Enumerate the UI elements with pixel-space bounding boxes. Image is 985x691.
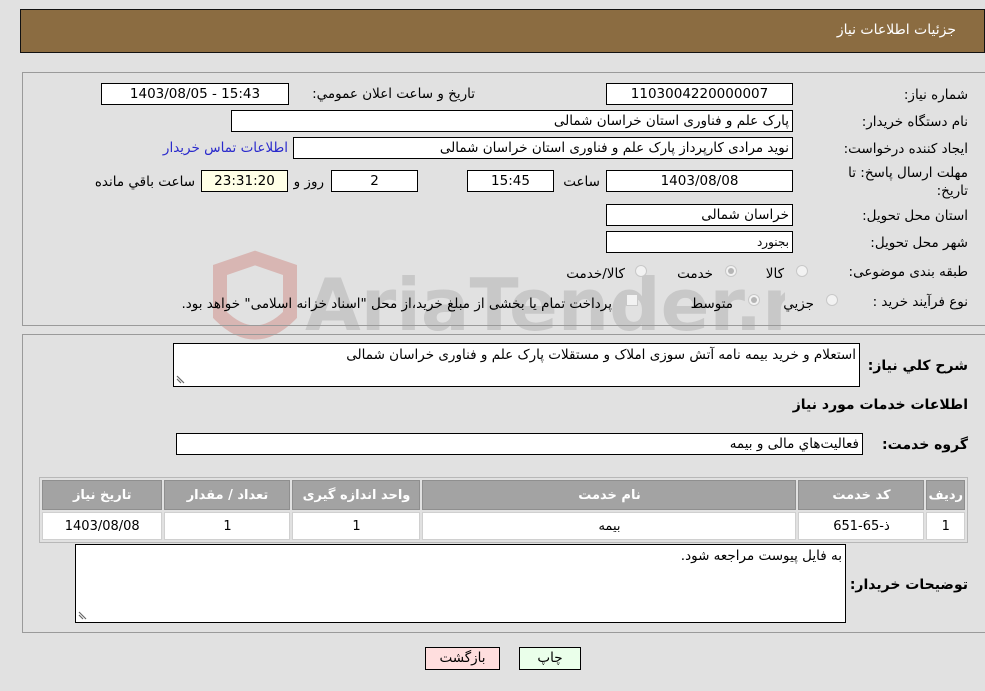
cell-service-name: بيمه — [422, 512, 797, 540]
col-header-service-name: نام خدمت — [422, 480, 797, 510]
summary-textarea[interactable]: استعلام و خرید بیمه نامه آتش سوزی املاک … — [173, 343, 860, 387]
province-field: خراسان شمالی — [606, 204, 793, 226]
back-button[interactable]: بازگشت — [425, 647, 500, 670]
process-radio-medium[interactable] — [748, 294, 760, 306]
remaining-label: ساعت باقي مانده — [94, 174, 195, 190]
buyer-org-field: پارک علم و فناوری استان خراسان شمالی — [231, 110, 793, 132]
category-radio-goods-service[interactable] — [635, 265, 647, 277]
page-title: جزئيات اطلاعات نياز — [836, 22, 956, 38]
category-option-goods-service: کالا/خدمت — [566, 266, 625, 282]
need-number-label: شماره نياز: — [903, 87, 968, 103]
creator-field: نوید مرادی کارپرداز پارک علم و فناوری اس… — [293, 137, 793, 159]
summary-text: استعلام و خرید بیمه نامه آتش سوزی املاک … — [346, 347, 856, 363]
process-radio-minor[interactable] — [826, 294, 838, 306]
process-option-minor: جزيي — [783, 296, 814, 312]
remaining-time-field: 23:31:20 — [201, 170, 288, 192]
city-label: شهر محل تحويل: — [870, 235, 968, 251]
table-row: 1 ذ-65-651 بيمه 1 1 1403/08/08 — [42, 512, 965, 540]
col-header-quantity: تعداد / مقدار — [164, 480, 291, 510]
service-group-label: گروه خدمت: — [882, 437, 968, 453]
page-header: جزئيات اطلاعات نياز — [20, 9, 985, 53]
buyer-org-label: نام دستگاه خريدار: — [861, 114, 968, 130]
service-group-field: فعاليت‌هاي مالی و بيمه — [176, 433, 863, 455]
print-button[interactable]: چاپ — [519, 647, 581, 670]
category-option-goods: کالا — [765, 266, 784, 282]
city-field: بجنورد — [606, 231, 793, 253]
category-radio-service[interactable] — [725, 265, 737, 277]
treasury-checkbox[interactable] — [626, 294, 638, 306]
deadline-time-label: ساعت — [563, 174, 600, 190]
col-header-row-number: رديف — [926, 480, 965, 510]
creator-label: ايجاد کننده درخواست: — [843, 141, 968, 157]
col-header-service-code: کد خدمت — [798, 480, 925, 510]
resize-grip-icon[interactable] — [176, 375, 185, 384]
days-label: روز و — [293, 174, 324, 190]
buyer-notes-text: به فایل پیوست مراجعه شود. — [680, 548, 842, 564]
announce-label: تاريخ و ساعت اعلان عمومي: — [312, 86, 475, 102]
category-label: طبقه بندی موضوعی: — [848, 264, 968, 280]
need-number-field: 1103004220000007 — [606, 83, 793, 105]
category-option-service: خدمت — [677, 266, 713, 282]
deadline-date-field: 1403/08/08 — [606, 170, 793, 192]
announce-datetime-field: 1403/08/05 - 15:43 — [101, 83, 289, 105]
cell-need-date: 1403/08/08 — [42, 512, 163, 540]
summary-label: شرح كلي نياز: — [867, 358, 968, 374]
cell-row-number: 1 — [926, 512, 965, 540]
col-header-unit: واحد اندازه گيری — [292, 480, 421, 510]
deadline-label: مهلت ارسال پاسخ: تا تاريخ: — [848, 165, 968, 199]
cell-quantity: 1 — [164, 512, 291, 540]
days-remaining-field: 2 — [331, 170, 418, 192]
cell-service-code: ذ-65-651 — [798, 512, 925, 540]
buyer-contact-link[interactable]: اطلاعات تماس خريدار — [163, 140, 288, 156]
treasury-note: پرداخت تمام يا بخشی از مبلغ خريد،از محل … — [181, 296, 612, 312]
process-label: نوع فرآيند خريد : — [872, 294, 968, 310]
category-radio-goods[interactable] — [796, 265, 808, 277]
resize-grip-icon[interactable] — [78, 611, 87, 620]
buyer-notes-textarea[interactable]: به فایل پیوست مراجعه شود. — [75, 544, 846, 623]
table-header-row: رديف کد خدمت نام خدمت واحد اندازه گيری ت… — [42, 480, 965, 510]
province-label: استان محل تحويل: — [862, 208, 968, 224]
cell-unit: 1 — [292, 512, 421, 540]
process-option-medium: متوسط — [690, 296, 733, 312]
services-table: رديف کد خدمت نام خدمت واحد اندازه گيری ت… — [39, 477, 968, 543]
services-heading: اطلاعات خدمات مورد نياز — [792, 397, 968, 413]
deadline-time-field: 15:45 — [467, 170, 554, 192]
col-header-need-date: تاريخ نياز — [42, 480, 163, 510]
buyer-notes-label: توضيحات خريدار: — [849, 577, 968, 593]
